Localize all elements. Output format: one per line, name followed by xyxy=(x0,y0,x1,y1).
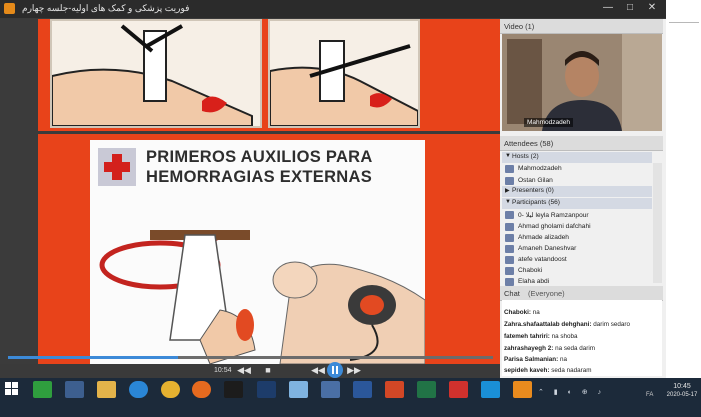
slide-title-line2: HEMORRAGIAS EXTERNAS xyxy=(146,168,373,186)
photoshop-icon[interactable] xyxy=(257,381,276,398)
user-icon xyxy=(505,211,514,219)
user-icon xyxy=(505,267,514,275)
video-panel-header: Video (1) xyxy=(500,19,663,34)
prev-icon[interactable]: ◀◀ xyxy=(310,364,326,376)
user-icon xyxy=(505,278,514,286)
media-player-icon[interactable] xyxy=(321,381,340,398)
list-item[interactable]: Ahmad gholami dafchahi xyxy=(502,222,652,233)
list-item[interactable]: atefe vatandoost xyxy=(502,255,652,266)
user-icon xyxy=(505,177,514,185)
chat-header: Chat (Everyone) xyxy=(500,286,663,301)
list-item[interactable]: Ahmade alizadeh xyxy=(502,233,652,244)
divider xyxy=(669,22,699,23)
list-item[interactable]: Chaboki xyxy=(502,266,652,277)
presenter-video xyxy=(502,34,662,131)
user-icon xyxy=(505,234,514,242)
slide-title: PRIMEROS AUXILIOS PARA HEMORRAGIAS EXTER… xyxy=(146,147,406,187)
hosts-group[interactable]: ▼ Hosts (2) xyxy=(502,152,652,163)
file-explorer-icon[interactable] xyxy=(97,381,116,398)
input-language[interactable]: FA xyxy=(646,392,653,398)
chrome-icon[interactable] xyxy=(161,381,180,398)
desktop-area xyxy=(666,0,701,378)
word-icon[interactable] xyxy=(353,381,372,398)
progress-fill xyxy=(8,356,178,359)
pdf-reader-icon[interactable] xyxy=(449,381,468,398)
participants-group[interactable]: ▼ Participants (56) xyxy=(502,198,652,209)
terminal-icon[interactable] xyxy=(224,381,243,398)
chat-message: Zahra.shafaattalab dehghani: darim sedar… xyxy=(504,321,630,328)
attendees-header: Attendees (58) xyxy=(500,136,663,151)
presenter-name-label: Mahmodzadeh xyxy=(524,118,573,127)
expand-icon: ▶ xyxy=(505,188,510,194)
illustration-tourniquet-1 xyxy=(50,19,262,128)
app-icon xyxy=(4,3,15,14)
clock-time: 10:45 xyxy=(673,383,691,390)
title-bar: فوریت پزشکی و کمک های اولیه-جلسه چهارم —… xyxy=(0,0,666,18)
user-icon xyxy=(505,256,514,264)
minimize-button[interactable]: — xyxy=(600,1,616,15)
chat-message: Chaboki: na xyxy=(504,309,540,316)
next-icon[interactable]: ▶▶ xyxy=(346,364,362,376)
window-title: فوریت پزشکی و کمک های اولیه-جلسه چهارم xyxy=(22,3,190,13)
presenters-group[interactable]: ▶ Presenters (0) xyxy=(502,186,652,197)
chat-message: zahrashayegh 2: na seda darim xyxy=(504,345,596,352)
arm-stick-illustration xyxy=(269,40,419,127)
expand-icon: ▼ xyxy=(505,153,511,159)
maximize-button[interactable]: □ xyxy=(622,1,638,15)
app-cube-icon[interactable] xyxy=(289,381,308,398)
desktop-icon[interactable] xyxy=(65,381,84,398)
pause-button[interactable] xyxy=(327,362,343,378)
chat-message: sepideh kaveh: seda nadaram xyxy=(504,367,592,374)
rewind-icon[interactable]: ◀◀ xyxy=(236,364,252,376)
user-icon xyxy=(505,245,514,253)
chat-message: Parisa Salmanian: na xyxy=(504,356,568,363)
presenter-webcam xyxy=(502,34,662,131)
windows-start-icon[interactable] xyxy=(5,382,18,395)
red-cross-icon xyxy=(98,148,136,186)
attendee-scrollbar[interactable] xyxy=(653,163,662,283)
list-item[interactable]: Amaneh Daneshvar xyxy=(502,244,652,255)
user-icon xyxy=(505,223,514,231)
playback-time: 10:54 xyxy=(214,367,232,374)
clock-date: 2020-05-17 xyxy=(666,392,698,398)
user-icon xyxy=(505,165,514,173)
adobe-connect-icon[interactable] xyxy=(513,381,532,398)
illustration-tourniquet-2 xyxy=(268,19,420,128)
internet-explorer-icon[interactable] xyxy=(129,381,148,398)
chat-message: fatemeh tahriri: na shoba xyxy=(504,333,578,340)
powerpoint-icon[interactable] xyxy=(385,381,404,398)
excel-icon[interactable] xyxy=(417,381,436,398)
taskbar-clock[interactable]: 10:45 2020-05-17 xyxy=(664,382,700,400)
close-button[interactable]: ✕ xyxy=(644,1,660,15)
list-item[interactable]: Mahmodzadeh xyxy=(502,164,652,175)
arm-tourniquet-illustration xyxy=(51,24,253,127)
system-tray[interactable]: ⌃ ▮ ◐ ⊕ ♪ xyxy=(538,388,658,396)
calculator-icon[interactable] xyxy=(33,381,52,398)
stop-icon[interactable]: ■ xyxy=(260,364,276,376)
expand-icon: ▼ xyxy=(505,199,511,205)
telegram-icon[interactable] xyxy=(481,381,500,398)
slide-title-line1: PRIMEROS AUXILIOS PARA xyxy=(146,148,373,166)
firefox-icon[interactable] xyxy=(192,381,211,398)
list-item[interactable]: 0- لیلا leyla Ramzanpour xyxy=(502,210,652,221)
